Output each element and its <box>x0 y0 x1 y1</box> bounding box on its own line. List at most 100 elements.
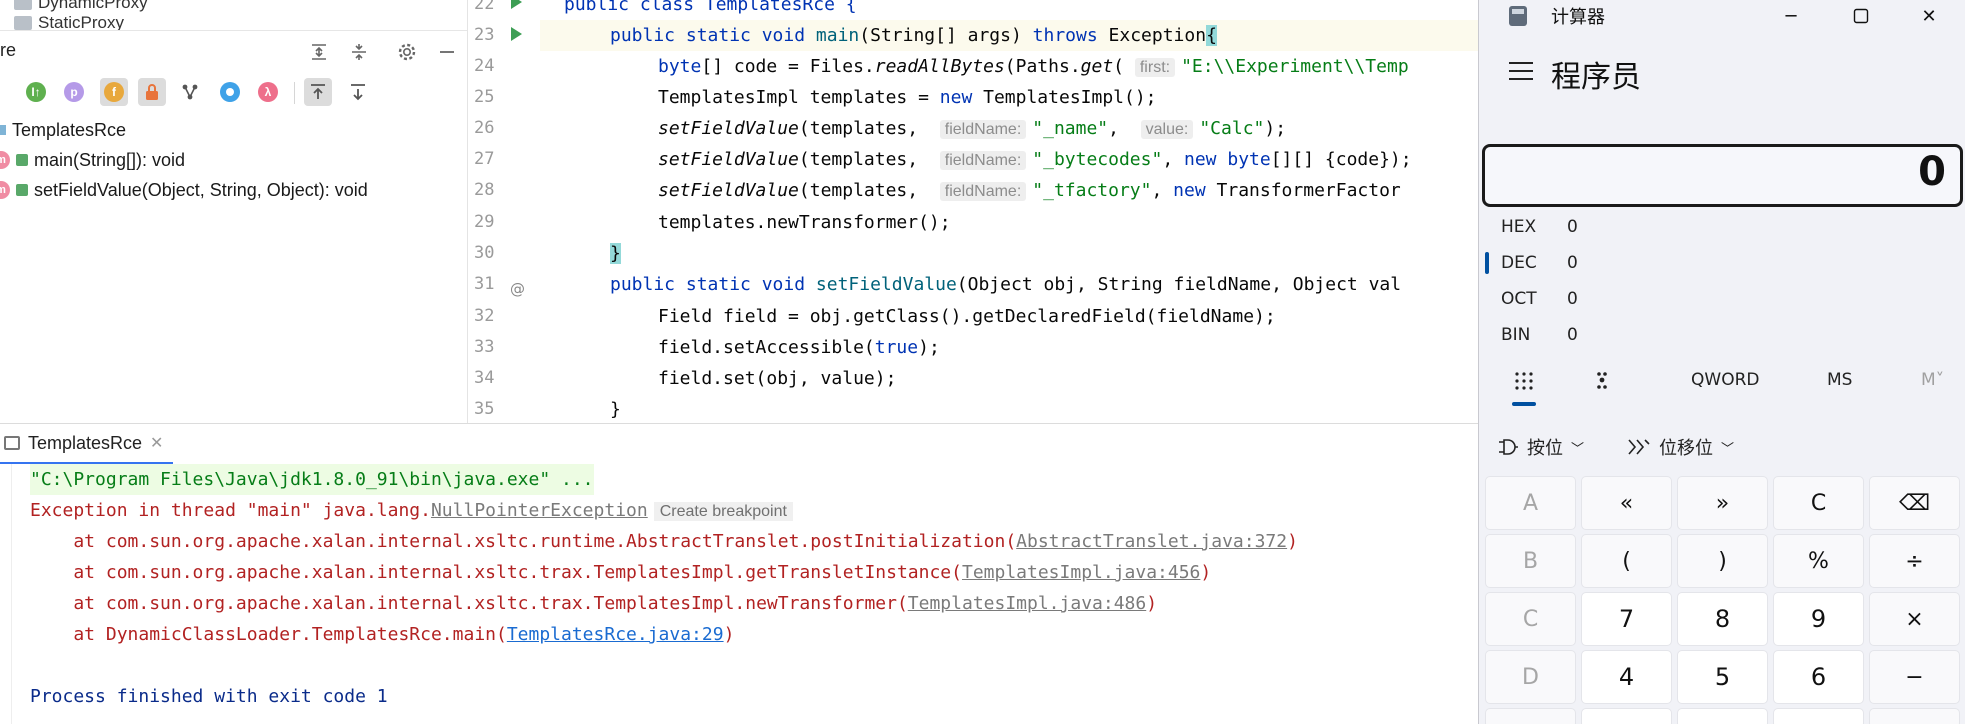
key-6[interactable]: 6 <box>1773 650 1864 704</box>
anonymous-icon[interactable] <box>216 78 244 106</box>
calculator-mode-title: 程序员 <box>1551 60 1641 95</box>
stack-frame-link[interactable]: TemplatesImpl.java:456 <box>962 562 1200 583</box>
key-5[interactable]: 5 <box>1677 650 1768 704</box>
collapse-all-icon[interactable] <box>346 39 372 65</box>
console-command-line: "C:\Program Files\Java\jdk1.8.0_91\bin\j… <box>30 464 594 495</box>
project-item-static-proxy[interactable]: StaticProxy <box>14 16 124 30</box>
console-output[interactable]: "C:\Program Files\Java\jdk1.8.0_91\bin\j… <box>30 464 1470 724</box>
key-open-paren[interactable]: ( <box>1581 534 1672 588</box>
property-icon[interactable]: p <box>60 78 88 106</box>
key-clear[interactable]: C <box>1773 476 1864 530</box>
line-number: 24 <box>474 56 495 76</box>
param-hint: fieldName: <box>939 120 1027 139</box>
close-icon[interactable]: ✕ <box>150 433 163 453</box>
code-token: "_tfactory" <box>1032 180 1152 201</box>
hierarchy-icon[interactable] <box>176 78 204 106</box>
key-9[interactable]: 9 <box>1773 592 1864 646</box>
word-size-button[interactable]: QWORD <box>1691 370 1759 390</box>
key-4[interactable]: 4 <box>1581 650 1672 704</box>
project-item-dynamic-proxy[interactable]: DynamicProxy <box>14 0 148 14</box>
tree-class-item[interactable]: TemplatesRce <box>0 118 126 142</box>
override-marker-icon[interactable]: @ <box>510 280 525 298</box>
key-divide[interactable]: ÷ <box>1869 534 1960 588</box>
project-item-label: StaticProxy <box>38 16 124 30</box>
key-backspace[interactable]: ⌫ <box>1869 476 1960 530</box>
minimize-panel-icon[interactable] <box>434 39 460 65</box>
key-close-paren[interactable]: ) <box>1677 534 1768 588</box>
exception-link[interactable]: NullPointerException <box>431 500 648 521</box>
stack-frame-text: at com.sun.org.apache.xalan.internal.xsl… <box>30 562 962 583</box>
key-multiply[interactable]: × <box>1869 592 1960 646</box>
key-b[interactable]: B <box>1485 534 1576 588</box>
calculator-titlebar[interactable]: 计算器 ─ ✕ <box>1479 0 1965 32</box>
run-main-icon[interactable] <box>511 27 522 41</box>
inherited-icon[interactable]: I↑ <box>22 78 50 106</box>
tree-method-item[interactable]: m main(String[]): void <box>0 148 185 172</box>
key-d[interactable]: D <box>1485 650 1576 704</box>
collapse-icon[interactable] <box>344 78 372 106</box>
console-exception-line: Exception in thread "main" java.lang.Nul… <box>30 495 793 526</box>
code-line-33: field.setAccessible(true); <box>658 332 940 363</box>
key-left-shift[interactable]: « <box>1581 476 1672 530</box>
method-icon: m <box>0 151 10 169</box>
base-row-dec[interactable]: DEC 0 <box>1501 245 1578 281</box>
expand-icon[interactable] <box>304 78 332 106</box>
key-right-shift[interactable]: » <box>1677 476 1768 530</box>
base-value: 0 <box>1567 289 1578 309</box>
memory-store-button[interactable]: MS <box>1827 370 1852 390</box>
key-plus[interactable] <box>1869 708 1960 724</box>
gear-icon[interactable] <box>394 39 420 65</box>
param-hint: fieldName: <box>939 151 1027 170</box>
key-minus[interactable]: − <box>1869 650 1960 704</box>
key-8[interactable]: 8 <box>1677 592 1768 646</box>
line-number: 33 <box>474 337 495 357</box>
key-1[interactable] <box>1581 708 1672 724</box>
stack-frame-end: ) <box>1200 562 1212 583</box>
run-tab[interactable]: TemplatesRce ✕ <box>0 424 174 464</box>
run-class-icon[interactable] <box>511 0 522 9</box>
key-3[interactable] <box>1773 708 1864 724</box>
bit-toggling-keypad-icon[interactable] <box>1591 370 1615 394</box>
code-token: , <box>1162 149 1184 170</box>
memory-recall-button[interactable]: M˅ <box>1921 370 1944 390</box>
code-token: public static void <box>610 274 816 295</box>
stack-frame-link[interactable]: TemplatesImpl.java:486 <box>908 593 1146 614</box>
key-a[interactable]: A <box>1485 476 1576 530</box>
bitshift-dropdown[interactable]: 位移位 ﹀ <box>1627 434 1734 460</box>
hamburger-menu-icon[interactable] <box>1509 62 1533 80</box>
base-row-oct[interactable]: OCT 0 <box>1501 281 1578 317</box>
close-window-icon[interactable]: ✕ <box>1899 0 1959 32</box>
code-token: [][] {code}); <box>1270 149 1412 170</box>
code-line-22: public class TemplatesRce { <box>564 0 857 20</box>
param-hint: value: <box>1140 120 1194 139</box>
stack-frame-link[interactable]: TemplatesRce.java:29 <box>507 624 724 645</box>
folder-icon <box>14 16 32 30</box>
code-token: setFieldValue <box>658 149 799 170</box>
base-row-hex[interactable]: HEX 0 <box>1501 209 1578 245</box>
key-percent[interactable]: % <box>1773 534 1864 588</box>
bit-shift-icon <box>1628 439 1650 455</box>
lock-icon[interactable] <box>138 78 166 106</box>
stack-frame-link[interactable]: AbstractTranslet.java:372 <box>1016 531 1287 552</box>
stack-frame-text: at com.sun.org.apache.xalan.internal.xsl… <box>30 593 908 614</box>
code-editor[interactable]: 22 23 24 25 26 27 28 29 30 31 32 33 34 3… <box>468 0 1478 423</box>
chevron-down-icon: ﹀ <box>1571 441 1585 457</box>
base-row-bin[interactable]: BIN 0 <box>1501 317 1578 353</box>
key-2[interactable] <box>1677 708 1768 724</box>
code-line-34: field.set(obj, value); <box>658 363 896 394</box>
field-icon[interactable]: f <box>100 78 128 106</box>
create-breakpoint-button[interactable]: Create breakpoint <box>653 502 793 521</box>
expand-all-icon[interactable] <box>306 39 332 65</box>
key-c[interactable]: C <box>1485 592 1576 646</box>
tree-method-item[interactable]: m setFieldValue(Object, String, Object):… <box>0 178 368 202</box>
bitwise-dropdown[interactable]: 按位 ﹀ <box>1497 434 1584 460</box>
maximize-icon[interactable] <box>1831 0 1891 32</box>
code-token: new <box>1184 149 1228 170</box>
key-7[interactable]: 7 <box>1581 592 1672 646</box>
minimize-icon[interactable]: ─ <box>1761 0 1821 32</box>
base-name: OCT <box>1501 289 1537 309</box>
full-keypad-icon[interactable] <box>1512 370 1536 394</box>
key-e[interactable] <box>1485 708 1576 724</box>
lambda-icon[interactable]: λ <box>254 78 282 106</box>
param-hint: first: <box>1134 58 1176 77</box>
